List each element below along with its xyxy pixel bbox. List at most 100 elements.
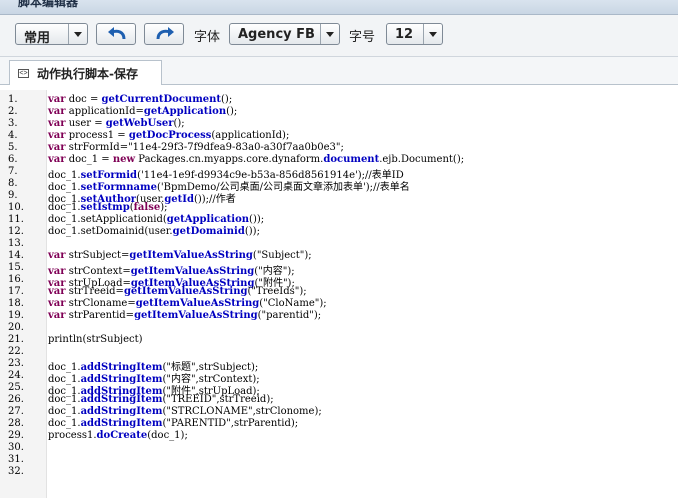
code-line[interactable]: var process1 = getDocProcess(application… [48,130,289,141]
code-line[interactable]: doc_1.setApplicationid(getApplication())… [48,214,264,225]
code-token: getDomainid [172,226,245,237]
code-token: doCreate [96,430,148,441]
code-token: ()); [244,226,260,237]
code-line[interactable]: var applicationId=getApplication(); [48,106,237,117]
code-token: var [48,310,66,321]
line-number: 9. [8,190,18,201]
code-line[interactable]: var strFormId="11e4-29f3-7f9dfea9-83a0-a… [48,142,344,153]
mode-select-value: 常用 [24,31,51,46]
code-token: (doc_1); [147,430,188,441]
code-editor[interactable]: 1. 2. 3. 4. 5. 6. 7. 8. 9. 10. 11. 12. 13. 14. 15. 16. 1… [0,90,678,498]
size-label: 字号 [349,30,376,45]
code-token: (); [173,118,185,129]
line-number: 30. [8,442,24,453]
code-line[interactable]: process1.doCreate(doc_1); [48,430,188,441]
code-line[interactable]: var user = getWebUser(); [48,118,185,129]
line-number: 31. [8,454,24,465]
code-token: addStringItem [80,406,163,417]
code-token: getItemValueAsString [135,298,260,309]
code-token: (applicationId); [211,130,290,141]
undo-button[interactable] [96,23,136,45]
font-select-value: Agency FB [238,27,315,42]
code-line[interactable]: var strTreeid=getItemValueAsString("Tree… [48,286,307,297]
redo-icon [156,27,174,40]
code-token: setIstmp [80,202,130,213]
code-token: ); [304,250,312,261]
code-token: ); [365,182,374,193]
code-line[interactable]: println(strSubject) [48,334,143,345]
code-line[interactable]: doc_1.setDomainid(user.getDomainid()); [48,226,260,237]
code-token: (); [226,106,238,117]
code-token: doc_1. [48,202,81,213]
line-number: 3. [8,118,18,129]
redo-button[interactable] [144,23,184,45]
code-line[interactable]: var strSubject=getItemValueAsString("Sub… [48,250,312,261]
code-token: strSubject= [65,250,130,261]
line-number: 10. [8,202,24,213]
code-token: process1. [48,430,97,441]
size-select[interactable]: 12 [386,23,443,45]
line-number: 23. [8,358,24,369]
line-number: 6. [8,154,18,165]
code-token: doc_1. [48,406,81,417]
code-token: getApplication [166,214,250,225]
code-token: ("parentid" [257,310,314,321]
code-token: var [48,298,66,309]
code-line[interactable]: doc_1.addStringItem("TREEID",strTreeid); [48,394,274,405]
code-line[interactable]: doc_1.addStringItem("STRCLONAME",strClon… [48,406,322,417]
code-token: getDocProcess [128,130,212,141]
code-token: ); [319,298,327,309]
code-token: document [323,154,380,165]
code-line[interactable]: var doc_1 = new Packages.cn.myapps.core.… [48,154,464,165]
code-token: ); [299,286,307,297]
code-line[interactable]: var strParentid=getItemValueAsString("pa… [48,310,321,321]
code-token: ("STRCLONAME",strClonome); [162,406,322,417]
chevron-down-icon[interactable] [320,24,339,44]
line-number-gutter: 1. 2. 3. 4. 5. 6. 7. 8. 9. 10. 11. 12. 13. 14. 15. 16. 1… [0,90,47,498]
code-line[interactable]: var strCloname=getItemValueAsString("Clo… [48,298,327,309]
line-number: 8. [8,178,18,189]
line-number: 14. [8,250,24,261]
code-token: (); [221,94,233,105]
code-token: var [48,154,66,165]
code-token: ("CloName" [259,298,320,309]
code-token: var [48,118,66,129]
font-select[interactable]: Agency FB [229,23,340,45]
tab-script-save[interactable]: <> 动作执行脚本-保存 [9,60,162,85]
line-number: 18. [8,298,24,309]
mode-select[interactable]: 常用 [15,23,88,46]
code-token: ());//作者 [193,194,236,205]
tab-label: 动作执行脚本-保存 [37,67,138,81]
line-number: 22. [8,346,24,357]
line-number: 21. [8,334,24,345]
line-number: 24. [8,370,24,381]
line-number: 11. [8,214,24,225]
code-token: user = [65,118,106,129]
code-line[interactable]: var doc = getCurrentDocument(); [48,94,232,105]
code-token: var [48,94,66,105]
code-line[interactable]: doc_1.addStringItem("PARENTID",strParent… [48,418,298,429]
line-number: 2. [8,106,18,117]
code-token: doc_1.setApplicationid( [48,214,167,225]
line-number: 5. [8,142,18,153]
chevron-down-icon[interactable] [68,24,87,44]
code-token: doc_1.setDomainid(user. [48,226,173,237]
undo-icon [108,27,126,40]
code-token: doc = [65,94,102,105]
code-token: ); [160,202,168,213]
line-number: 20. [8,322,24,333]
code-token: .ejb.Document(); [379,154,465,165]
code-token: ); [313,310,322,321]
code-token: doc_1 = [65,154,113,165]
line-number: 7. [8,166,18,177]
code-token: getWebUser [105,118,174,129]
chevron-down-icon[interactable] [423,24,442,44]
code-line[interactable]: doc_1.setIstmp(false); [48,202,167,213]
window-title: 脚本编辑器 [18,0,79,9]
line-number: 13. [8,238,24,249]
line-number: 16. [8,274,24,285]
code-token: addStringItem [80,394,163,405]
tab-strip: <> 动作执行脚本-保存 [0,57,678,85]
code-token: strFormId="11e4-29f3-7f9dfea9-83a0-a30f7… [65,142,344,153]
line-number: 26. [8,394,24,405]
